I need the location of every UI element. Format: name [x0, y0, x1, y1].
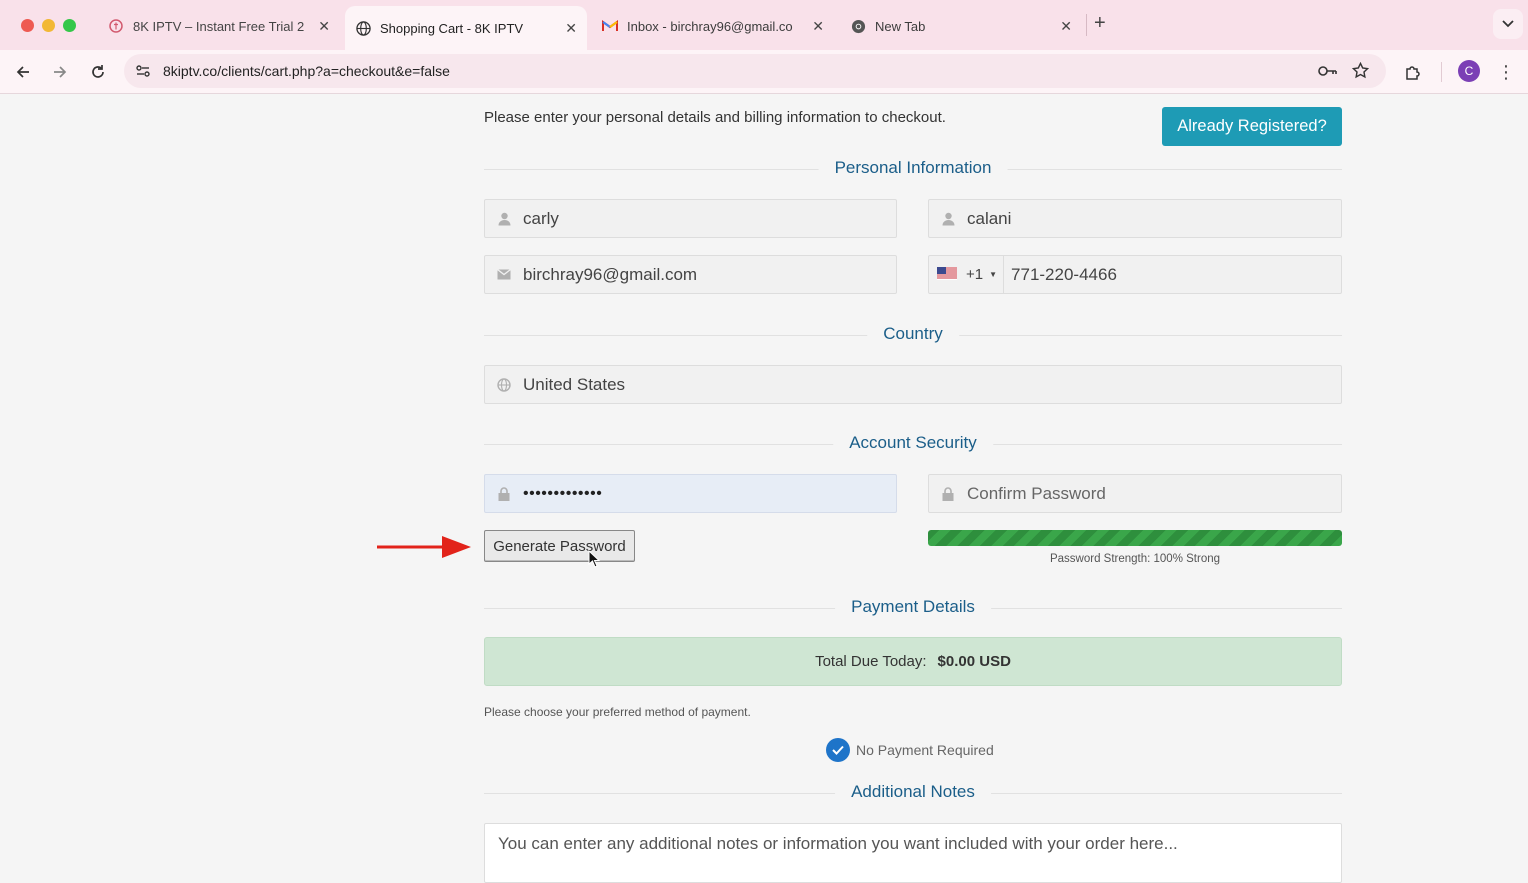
tab-divider: [1086, 14, 1087, 36]
confirm-password-field[interactable]: Confirm Password: [928, 474, 1342, 513]
toolbar-divider: [1441, 62, 1442, 82]
tab-gmail-inbox[interactable]: Inbox - birchray96@gmail.co ✕: [592, 8, 834, 44]
no-payment-required-option[interactable]: No Payment Required: [826, 738, 994, 762]
checkout-page: Please enter your personal details and b…: [0, 95, 1528, 883]
red-pointer-arrow-icon: [377, 536, 471, 558]
section-title: Country: [867, 324, 959, 344]
already-registered-button[interactable]: Already Registered?: [1162, 107, 1342, 146]
password-key-icon[interactable]: [1317, 63, 1337, 84]
country-select[interactable]: United States: [484, 365, 1342, 404]
confirm-password-placeholder: Confirm Password: [967, 483, 1106, 503]
url-text[interactable]: 8kiptv.co/clients/cart.php?a=checkout&e=…: [163, 63, 450, 79]
close-tab-icon[interactable]: ✕: [1060, 18, 1072, 35]
section-title: Additional Notes: [835, 782, 991, 802]
total-due-box: Total Due Today: $0.00 USD: [484, 637, 1342, 686]
close-tab-icon[interactable]: ✕: [565, 20, 577, 37]
maximize-window-button[interactable]: [63, 19, 76, 32]
section-title: Personal Information: [818, 158, 1008, 178]
bookmark-star-icon[interactable]: [1351, 61, 1370, 84]
section-payment-details: Payment Details: [484, 597, 1342, 619]
section-country: Country: [484, 324, 1342, 346]
us-flag-icon: [937, 265, 957, 285]
lock-icon: [929, 486, 967, 501]
caret-down-icon: ▼: [989, 270, 998, 279]
first-name-value: carly: [523, 208, 559, 228]
section-account-security: Account Security: [484, 433, 1342, 455]
gmail-icon: [602, 18, 618, 34]
phone-field[interactable]: +1 ▼ 771-220-4466: [928, 255, 1342, 294]
country-value: United States: [523, 374, 626, 394]
globe-icon: [355, 20, 371, 36]
tab-shopping-cart[interactable]: Shopping Cart - 8K IPTV ✕: [345, 6, 587, 50]
email-field[interactable]: birchray96@gmail.com: [484, 255, 897, 294]
globe-icon: [485, 377, 523, 392]
tab-label: New Tab: [875, 18, 926, 34]
user-icon: [929, 212, 967, 226]
no-payment-label: No Payment Required: [856, 742, 994, 758]
generate-password-button[interactable]: Generate Password: [484, 530, 635, 562]
section-additional-notes: Additional Notes: [484, 782, 1342, 804]
total-due-value: $0.00 USD: [937, 653, 1011, 670]
site-favicon-icon: [108, 18, 124, 34]
phone-country-code: +1: [966, 266, 984, 283]
email-value: birchray96@gmail.com: [523, 264, 698, 284]
chrome-icon: [850, 18, 866, 34]
phone-value: 771-220-4466: [1011, 264, 1117, 284]
reload-icon[interactable]: [86, 60, 110, 84]
lock-icon: [485, 486, 523, 501]
password-strength-bar: [928, 530, 1342, 546]
password-strength-label: Password Strength: 100% Strong: [1049, 553, 1221, 565]
close-tab-icon[interactable]: ✕: [812, 18, 824, 35]
total-due-label: Total Due Today:: [815, 653, 927, 670]
section-title: Account Security: [833, 433, 993, 453]
browser-toolbar: 8kiptv.co/clients/cart.php?a=checkout&e=…: [0, 50, 1528, 94]
last-name-field[interactable]: calani: [928, 199, 1342, 238]
tab-bar: 8K IPTV – Instant Free Trial 2 ✕ Shoppin…: [0, 0, 1528, 50]
user-icon: [485, 212, 523, 226]
tab-label: Shopping Cart - 8K IPTV: [380, 20, 524, 36]
notes-placeholder: You can enter any additional notes or in…: [498, 834, 1178, 853]
more-menu-icon[interactable]: ⋮: [1494, 60, 1518, 84]
tab-search-chevron-icon[interactable]: [1493, 9, 1523, 39]
payment-method-note: Please choose your preferred method of p…: [484, 705, 751, 719]
back-arrow-icon[interactable]: [11, 60, 35, 84]
section-personal-information: Personal Information: [484, 158, 1342, 180]
tab-label: 8K IPTV – Instant Free Trial 2: [133, 18, 305, 34]
new-tab-plus-icon[interactable]: +: [1094, 12, 1106, 35]
section-title: Payment Details: [835, 597, 991, 617]
profile-avatar[interactable]: C: [1458, 60, 1480, 82]
password-field[interactable]: •••••••••••••: [484, 474, 897, 513]
tab-new-tab[interactable]: New Tab ✕: [840, 8, 1082, 44]
minimize-window-button[interactable]: [42, 19, 55, 32]
checkout-intro-text: Please enter your personal details and b…: [484, 109, 946, 126]
extensions-puzzle-icon[interactable]: [1401, 60, 1425, 84]
check-circle-icon[interactable]: [826, 738, 850, 762]
address-bar[interactable]: 8kiptv.co/clients/cart.php?a=checkout&e=…: [124, 54, 1386, 88]
country-code-selector[interactable]: +1 ▼: [929, 256, 1005, 293]
password-value: •••••••••••••: [523, 484, 603, 502]
close-window-button[interactable]: [21, 19, 34, 32]
envelope-icon: [485, 269, 523, 280]
tab-label: Inbox - birchray96@gmail.co: [627, 18, 793, 34]
first-name-field[interactable]: carly: [484, 199, 897, 238]
close-tab-icon[interactable]: ✕: [318, 18, 330, 35]
last-name-value: calani: [967, 208, 1012, 228]
additional-notes-textarea[interactable]: You can enter any additional notes or in…: [484, 823, 1342, 883]
mouse-cursor-icon: [588, 550, 601, 568]
forward-arrow-icon[interactable]: [48, 60, 72, 84]
site-settings-icon[interactable]: [135, 63, 151, 84]
tab-8k-iptv-trial[interactable]: 8K IPTV – Instant Free Trial 2 ✕: [98, 8, 340, 44]
